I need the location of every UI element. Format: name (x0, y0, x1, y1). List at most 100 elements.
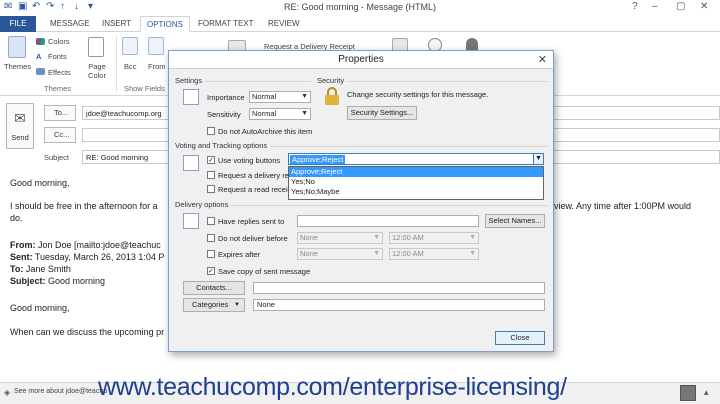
quoted-from: From: Jon Doe [mailto:jdoe@teachuc (10, 240, 161, 250)
categories-button[interactable]: Categories ▼ (183, 298, 245, 312)
voting-options-dropdown[interactable]: Approve;Reject ▼ (288, 153, 544, 165)
categories-field[interactable]: None (253, 299, 545, 311)
tab-insert[interactable]: INSERT (96, 16, 137, 32)
quoted-to: To: Jane Smith (10, 264, 71, 274)
quoted-line-3: When can we discuss the upcoming pr (10, 327, 165, 337)
body-line-1-start: I should be free in the afternoon for a (10, 201, 158, 211)
body-line-2: do. (10, 213, 23, 223)
body-line-1-end: view. Any time after 1:00PM would (554, 201, 692, 211)
title-bar: ✉ ▣ ↶ ↷ ↑ ↓ ▾ RE: Good morning - Message… (0, 0, 720, 16)
page-color-icon[interactable] (88, 37, 104, 57)
sensitivity-value: Normal (252, 109, 277, 118)
properties-dialog: Properties ✕ Settings Security Importanc… (168, 50, 554, 352)
expires-after-label: Expires after (218, 250, 261, 259)
chevron-down-icon[interactable]: ▼ (533, 154, 543, 164)
read-receipt-label: Request a read recei (218, 185, 288, 194)
tab-file[interactable]: FILE (0, 16, 36, 32)
chevron-down-icon: ▼ (469, 234, 476, 241)
contacts-button[interactable]: Contacts... (183, 281, 245, 295)
security-section-label: Security (317, 76, 348, 85)
select-names-button[interactable]: Select Names... (485, 214, 545, 228)
dialog-title: Properties (338, 54, 384, 65)
do-not-deliver-label: Do not deliver before (218, 234, 288, 243)
chevron-down-icon: ▼ (373, 234, 380, 241)
delivery-receipt-checkbox[interactable] (207, 171, 215, 179)
quoted-to-label: To: (10, 264, 24, 274)
quoted-sent-label: Sent: (10, 252, 33, 262)
voting-option-yes-no-maybe[interactable]: Yes;No;Maybe (289, 187, 543, 197)
watermark-url: www.teachucomp.com/enterprise-licensing/ (98, 373, 567, 401)
people-pane-text[interactable]: See more about jdoe@teachu (14, 388, 107, 395)
have-replies-checkbox[interactable] (207, 217, 215, 225)
have-replies-label: Have replies sent to (218, 217, 285, 226)
expand-icon[interactable]: ▴ (704, 387, 709, 398)
use-voting-checkbox[interactable]: ✓ (207, 156, 215, 164)
delivery-icon (183, 213, 199, 229)
importance-select[interactable]: Normal ▼ (249, 91, 311, 103)
dialog-title-bar: Properties ✕ (169, 51, 553, 69)
quoted-from-value: Jon Doe [mailto:jdoe@teachuc (38, 240, 161, 250)
do-not-deliver-time[interactable]: 12:00 AM ▼ (389, 232, 479, 244)
expires-after-checkbox[interactable] (207, 250, 215, 258)
colors-label[interactable]: Colors (48, 37, 70, 46)
chevron-down-icon: ▼ (301, 93, 308, 100)
security-settings-button[interactable]: Security Settings... (347, 106, 417, 120)
send-button[interactable]: ✉ Send (6, 103, 34, 149)
save-copy-label: Save copy of sent message (218, 267, 311, 276)
from-label[interactable]: From (148, 62, 166, 71)
body-greeting: Good morning, (10, 178, 70, 188)
help-icon[interactable]: ? (632, 1, 638, 12)
themes-group-label: Themes (44, 84, 72, 93)
from-icon[interactable] (148, 37, 164, 55)
tab-options[interactable]: OPTIONS (140, 16, 191, 32)
contact-picture-icon[interactable] (680, 385, 696, 401)
do-not-deliver-checkbox[interactable] (207, 234, 215, 242)
save-copy-checkbox[interactable]: ✓ (207, 267, 215, 275)
cc-button[interactable]: Cc... (44, 127, 76, 143)
tab-message[interactable]: MESSAGE (44, 16, 96, 32)
lock-icon (325, 87, 339, 105)
quoted-sent: Sent: Tuesday, March 26, 2013 1:04 P (10, 252, 164, 262)
voting-icon (183, 155, 199, 171)
window-title: RE: Good morning - Message (HTML) (283, 2, 437, 12)
importance-label: Importance (207, 93, 245, 102)
to-button[interactable]: To... (44, 105, 76, 121)
security-description: Change security settings for this messag… (347, 90, 489, 99)
tab-format-text[interactable]: FORMAT TEXT (192, 16, 260, 32)
read-receipt-checkbox[interactable] (207, 185, 215, 193)
ribbon-tabs: FILE MESSAGE INSERT OPTIONS FORMAT TEXT … (0, 16, 720, 32)
minimize-button[interactable]: – (652, 1, 658, 12)
have-replies-field[interactable] (297, 215, 479, 227)
importance-value: Normal (252, 92, 277, 101)
expires-after-time[interactable]: 12:00 AM ▼ (389, 248, 479, 260)
themes-label[interactable]: Themes (4, 62, 31, 71)
chevron-down-icon: ▼ (301, 110, 308, 117)
voting-option-yes-no[interactable]: Yes;No (289, 177, 543, 187)
voting-option-approve-reject[interactable]: Approve;Reject (289, 167, 543, 177)
tab-review[interactable]: REVIEW (262, 16, 306, 32)
voting-section-label: Voting and Tracking options (175, 141, 271, 150)
page-color-label[interactable]: Page Color (84, 62, 110, 80)
dialog-close-icon[interactable]: ✕ (538, 53, 547, 66)
do-not-deliver-date[interactable]: None ▼ (297, 232, 383, 244)
bcc-label[interactable]: Bcc (124, 62, 137, 71)
people-icon: ◈ (4, 388, 11, 397)
fonts-label[interactable]: Fonts (48, 52, 67, 61)
effects-label[interactable]: Effects (48, 68, 71, 77)
expires-after-date[interactable]: None ▼ (297, 248, 383, 260)
close-button[interactable]: Close (495, 331, 545, 345)
sensitivity-select[interactable]: Normal ▼ (249, 108, 311, 120)
bcc-icon[interactable] (122, 37, 138, 55)
maximize-button[interactable]: ▢ (676, 1, 685, 12)
settings-icon (183, 89, 199, 105)
colors-icon (36, 38, 45, 45)
delivery-receipt-label: Request a delivery re (218, 171, 289, 180)
contacts-field[interactable] (253, 282, 545, 294)
quoted-subject: Subject: Good morning (10, 276, 105, 286)
themes-icon[interactable] (8, 36, 26, 58)
subject-label: Subject (44, 153, 70, 162)
send-label: Send (11, 133, 29, 142)
use-voting-label: Use voting buttons (218, 156, 281, 165)
autoarchive-checkbox[interactable] (207, 127, 215, 135)
close-window-button[interactable]: ✕ (700, 1, 708, 12)
